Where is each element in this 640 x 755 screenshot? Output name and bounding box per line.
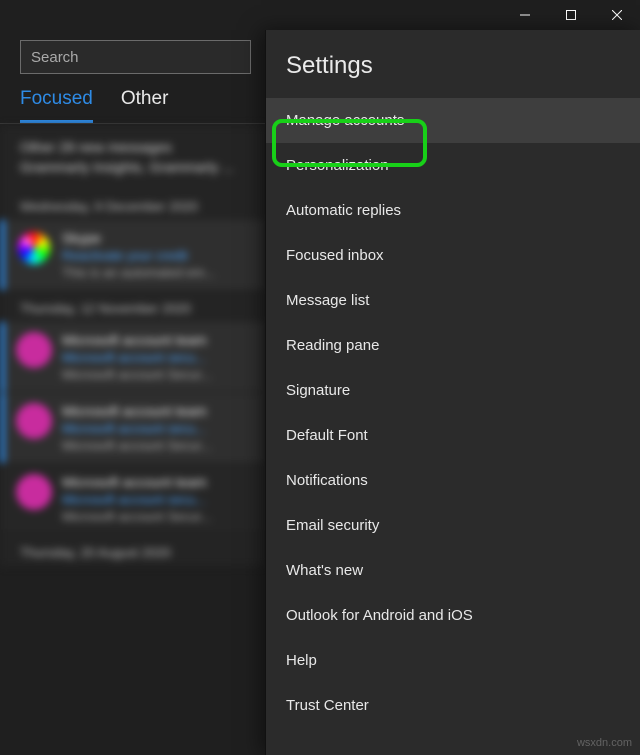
date-group-header: Thursday, 12 November 2020 — [0, 291, 265, 322]
avatar — [16, 332, 52, 368]
tab-focused[interactable]: Focused — [20, 88, 93, 123]
maximize-button[interactable] — [548, 0, 594, 30]
settings-item-manage-accounts[interactable]: Manage accounts — [266, 98, 640, 143]
settings-panel: Settings Manage accounts Personalization… — [265, 30, 640, 755]
email-text: Microsoft account team Microsoft account… — [62, 403, 255, 453]
email-subject: Microsoft account secu... — [62, 421, 255, 436]
email-from: Microsoft account team — [62, 403, 255, 419]
close-button[interactable] — [594, 0, 640, 30]
settings-item-notifications[interactable]: Notifications — [266, 458, 640, 503]
settings-item-automatic-replies[interactable]: Automatic replies — [266, 188, 640, 233]
settings-item-outlook-mobile[interactable]: Outlook for Android and iOS — [266, 593, 640, 638]
settings-item-focused-inbox[interactable]: Focused inbox — [266, 233, 640, 278]
avatar — [16, 474, 52, 510]
settings-item-trust-center[interactable]: Trust Center — [266, 683, 640, 728]
watermark: wsxdn.com — [577, 737, 632, 749]
mail-list-pane: Focused Other Other 28 new messages Gram… — [0, 30, 265, 755]
email-subject: Reactivate your credit — [62, 248, 255, 263]
email-from: Skype — [62, 230, 255, 246]
email-subject: Microsoft account secu... — [62, 492, 255, 507]
email-subject: Microsoft account secu... — [62, 350, 255, 365]
settings-item-help[interactable]: Help — [266, 638, 640, 683]
settings-item-reading-pane[interactable]: Reading pane — [266, 323, 640, 368]
settings-item-whats-new[interactable]: What's new — [266, 548, 640, 593]
tab-other[interactable]: Other — [121, 88, 169, 123]
settings-title: Settings — [266, 30, 640, 98]
other-summary-sub: Grammarly Insights, Grammarly ... — [20, 158, 249, 178]
settings-item-default-font[interactable]: Default Font — [266, 413, 640, 458]
email-item[interactable]: Skype Reactivate your credit This is an … — [0, 220, 265, 291]
titlebar — [0, 0, 640, 30]
email-text: Skype Reactivate your credit This is an … — [62, 230, 255, 280]
inbox-tabs: Focused Other — [0, 82, 265, 124]
minimize-button[interactable] — [502, 0, 548, 30]
search-input[interactable] — [31, 49, 240, 66]
date-group-header: Thursday, 20 August 2020 — [0, 535, 265, 566]
settings-item-message-list[interactable]: Message list — [266, 278, 640, 323]
settings-item-email-security[interactable]: Email security — [266, 503, 640, 548]
email-preview: This is an automated em... — [62, 265, 255, 280]
email-preview: Microsoft account Secur... — [62, 509, 255, 524]
avatar — [16, 230, 52, 266]
email-item[interactable]: Microsoft account team Microsoft account… — [0, 393, 265, 464]
email-text: Microsoft account team Microsoft account… — [62, 474, 255, 524]
search-box[interactable] — [20, 40, 251, 74]
date-group-header: Wednesday, 9 December 2020 — [0, 189, 265, 220]
email-item[interactable]: Microsoft account team Microsoft account… — [0, 322, 265, 393]
email-list: Other 28 new messages Grammarly Insights… — [0, 124, 265, 566]
email-item[interactable]: Microsoft account team Microsoft account… — [0, 464, 265, 535]
email-preview: Microsoft account Secur... — [62, 367, 255, 382]
other-summary-title: Other 28 new messages — [20, 138, 249, 158]
avatar — [16, 403, 52, 439]
other-inbox-summary[interactable]: Other 28 new messages Grammarly Insights… — [0, 126, 265, 189]
settings-item-signature[interactable]: Signature — [266, 368, 640, 413]
email-preview: Microsoft account Secur... — [62, 438, 255, 453]
settings-list: Manage accounts Personalization Automati… — [266, 98, 640, 728]
email-from: Microsoft account team — [62, 474, 255, 490]
email-text: Microsoft account team Microsoft account… — [62, 332, 255, 382]
settings-item-personalization[interactable]: Personalization — [266, 143, 640, 188]
email-from: Microsoft account team — [62, 332, 255, 348]
